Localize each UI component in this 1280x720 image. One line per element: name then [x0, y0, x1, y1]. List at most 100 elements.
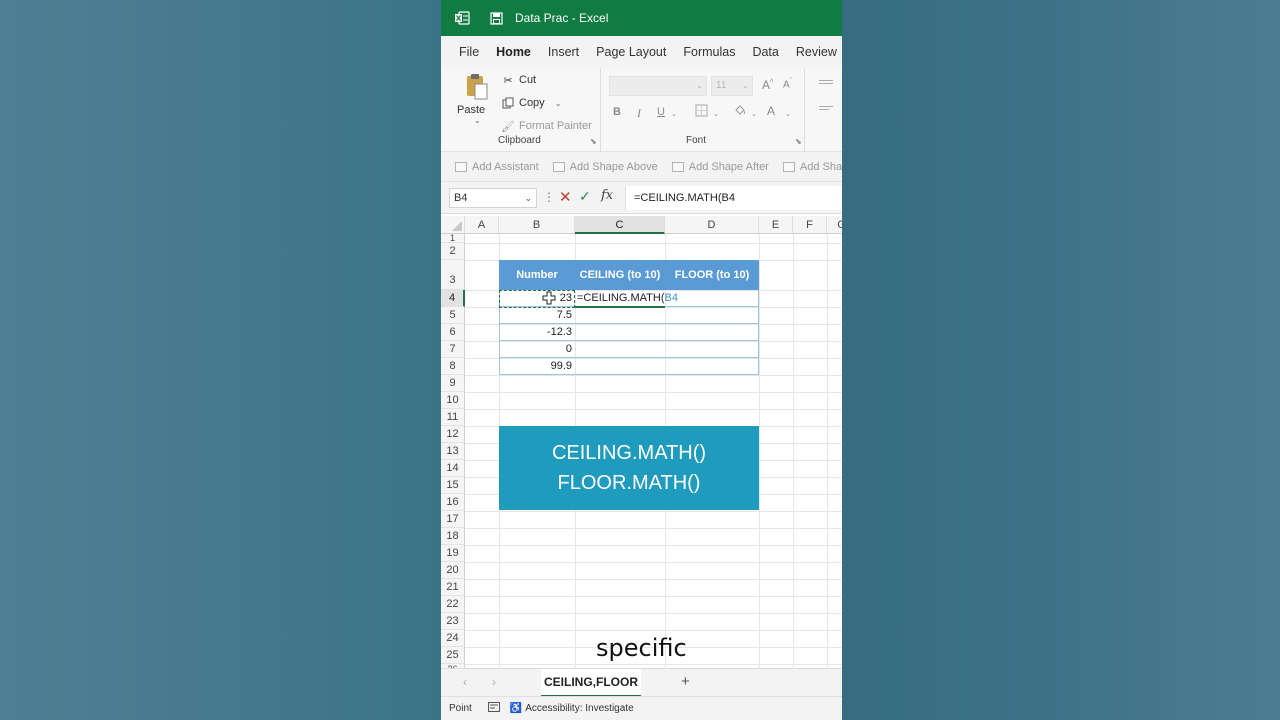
row-header-15[interactable]: 15	[441, 477, 465, 494]
gridline	[465, 243, 842, 244]
accessibility-checker[interactable]: ♿ Accessibility: Investigate	[510, 703, 634, 714]
table-cell-number[interactable]: 7.5	[499, 307, 575, 324]
add-shape-label: Add Shape	[799, 160, 842, 173]
table-header-floor[interactable]: FLOOR (to 10)	[665, 260, 759, 290]
row-header-5[interactable]: 5	[441, 307, 465, 324]
sheet-tab-ceiling-floor[interactable]: CEILING,FLOOR	[541, 669, 641, 697]
underline-button[interactable]: U	[657, 106, 665, 118]
font-color-dropdown-icon[interactable]: ⌄	[785, 110, 791, 118]
add-shape-button[interactable]: Add Shape	[782, 160, 842, 173]
table-cell-number[interactable]: -12.3	[499, 324, 575, 341]
table-header-ceiling[interactable]: CEILING (to 10)	[575, 260, 665, 290]
row-header-7[interactable]: 7	[441, 341, 465, 358]
row-header-21[interactable]: 21	[441, 579, 465, 596]
row-header-25[interactable]: 25	[441, 647, 465, 664]
formula-input[interactable]: =CEILING.MATH(B4	[625, 186, 842, 210]
fill-color-icon[interactable]	[733, 104, 747, 120]
reference-highlight-b4	[499, 290, 575, 308]
gridline	[465, 664, 842, 665]
font-color-button[interactable]: A	[767, 104, 775, 118]
paste-label[interactable]: Paste	[457, 104, 485, 116]
video-caption: specific	[596, 634, 687, 662]
tab-formulas[interactable]: Formulas	[683, 45, 735, 59]
row-header-2[interactable]: 2	[441, 243, 465, 260]
row-header-9[interactable]: 9	[441, 375, 465, 392]
font-launcher-icon[interactable]: ⬊	[795, 137, 802, 146]
row-header-24[interactable]: 24	[441, 630, 465, 647]
column-header-a[interactable]: A	[465, 216, 499, 234]
paste-dropdown-icon[interactable]: ⌄	[474, 116, 481, 125]
shrink-font-icon[interactable]: Aˇ	[783, 78, 792, 90]
row-header-6[interactable]: 6	[441, 324, 465, 341]
format-painter-button[interactable]: 🖌 Format Painter	[501, 119, 592, 133]
row-header-18[interactable]: 18	[441, 528, 465, 545]
worksheet-grid[interactable]: A B C D E F G 1 2 3 4 5 6 7 8 9 10 11 12…	[441, 216, 842, 668]
tab-home[interactable]: Home	[496, 45, 531, 59]
row-header-12[interactable]: 12	[441, 426, 465, 443]
insert-function-button[interactable]: fx	[601, 188, 613, 203]
more-options-icon[interactable]: ⋮	[543, 190, 555, 204]
row-header-3[interactable]: 3	[441, 260, 465, 290]
table-cell-number[interactable]: 0	[499, 341, 575, 358]
add-assistant-button[interactable]: Add Assistant	[455, 161, 539, 173]
row-header-20[interactable]: 20	[441, 562, 465, 579]
row-header-23[interactable]: 23	[441, 613, 465, 630]
column-header-g[interactable]: G	[827, 216, 842, 234]
column-header-f[interactable]: F	[793, 216, 827, 234]
align-left-icon[interactable]	[819, 106, 833, 107]
cut-button[interactable]: ✂ Cut	[501, 73, 536, 87]
save-icon[interactable]	[489, 11, 503, 25]
column-header-c[interactable]: C	[575, 216, 665, 234]
name-box-dropdown-icon[interactable]: ⌄	[524, 189, 532, 207]
row-header-19[interactable]: 19	[441, 545, 465, 562]
table-row	[575, 358, 759, 375]
active-cell-editor[interactable]: =CEILING.MATH(B4	[575, 290, 678, 307]
borders-icon[interactable]	[695, 104, 708, 120]
name-box[interactable]: B4 ⌄	[449, 188, 537, 208]
row-header-13[interactable]: 13	[441, 443, 465, 460]
column-header-e[interactable]: E	[759, 216, 793, 234]
column-header-b[interactable]: B	[499, 216, 575, 234]
align-top-icon[interactable]	[819, 80, 833, 81]
clipboard-launcher-icon[interactable]: ⬊	[590, 137, 597, 146]
add-shape-after-button[interactable]: Add Shape After	[671, 161, 769, 173]
table-cell-number[interactable]: 99.9	[499, 358, 575, 375]
underline-dropdown-icon[interactable]: ⌄	[671, 110, 677, 118]
row-header-22[interactable]: 22	[441, 596, 465, 613]
row-header-10[interactable]: 10	[441, 392, 465, 409]
italic-button[interactable]: I	[637, 106, 641, 121]
gridline	[465, 579, 842, 580]
select-all-corner[interactable]	[441, 216, 465, 234]
tab-file[interactable]: File	[459, 45, 479, 59]
enter-icon[interactable]: ✓	[579, 188, 591, 205]
tab-data[interactable]: Data	[752, 45, 778, 59]
row-header-17[interactable]: 17	[441, 511, 465, 528]
row-header-1[interactable]: 1	[441, 234, 465, 243]
tab-review[interactable]: Review	[796, 45, 837, 59]
row-header-14[interactable]: 14	[441, 460, 465, 477]
paste-button[interactable]	[463, 72, 491, 102]
column-header-d[interactable]: D	[665, 216, 759, 234]
copy-dropdown-icon[interactable]: ⌄	[555, 99, 562, 108]
fill-color-dropdown-icon[interactable]: ⌄	[751, 110, 757, 118]
copy-button[interactable]: Copy ⌄	[501, 96, 561, 110]
bold-button[interactable]: B	[613, 106, 621, 118]
add-shape-after-icon	[671, 161, 684, 172]
row-header-4[interactable]: 4	[441, 290, 465, 307]
row-header-11[interactable]: 11	[441, 409, 465, 426]
borders-dropdown-icon[interactable]: ⌄	[713, 110, 719, 118]
tab-insert[interactable]: Insert	[548, 45, 579, 59]
previous-sheet-icon[interactable]: ‹	[463, 675, 467, 689]
font-size-box[interactable]: 11 ⌄	[711, 76, 753, 96]
row-header-16[interactable]: 16	[441, 494, 465, 511]
cancel-icon[interactable]: ✕	[559, 188, 572, 206]
font-name-box[interactable]: ⌄	[609, 76, 707, 96]
tab-page-layout[interactable]: Page Layout	[596, 45, 666, 59]
macro-record-icon[interactable]	[487, 702, 500, 715]
grow-font-icon[interactable]: A^	[762, 78, 773, 92]
row-header-8[interactable]: 8	[441, 358, 465, 375]
add-sheet-button[interactable]: +	[681, 673, 690, 690]
table-header-number[interactable]: Number	[499, 260, 575, 290]
next-sheet-icon[interactable]: ›	[492, 675, 496, 689]
add-shape-above-button[interactable]: Add Shape Above	[552, 161, 658, 173]
